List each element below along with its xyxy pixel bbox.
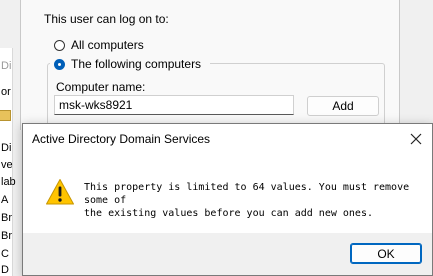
tree-fragment: or xyxy=(1,86,11,98)
radio-button[interactable] xyxy=(54,39,65,51)
message-box-title: Active Directory Domain Services xyxy=(32,132,211,146)
radio-following-computers[interactable]: The following computers xyxy=(54,57,201,71)
tree-fragment: Di xyxy=(1,60,12,72)
radio-button-selected[interactable] xyxy=(54,58,65,70)
tree-fragment: C xyxy=(1,248,9,260)
tree-fragment: Di xyxy=(1,142,12,154)
tree-fragment: A xyxy=(1,194,9,206)
computer-name-label: Computer name: xyxy=(56,80,146,94)
tree-fragment: lab xyxy=(1,176,16,188)
ok-button[interactable]: OK xyxy=(350,243,422,264)
message-line: the existing values before you can add n… xyxy=(84,208,373,219)
message-box-footer: OK xyxy=(23,233,432,275)
logon-workstations-dialog: This user can log on to: All computers T… xyxy=(20,0,400,145)
add-button[interactable]: Add xyxy=(307,96,379,116)
computer-name-input[interactable]: msk-wks8921 xyxy=(54,95,294,115)
folder-icon xyxy=(0,110,11,121)
radio-label: All computers xyxy=(71,38,144,52)
close-icon[interactable] xyxy=(406,129,426,149)
radio-all-computers[interactable]: All computers xyxy=(54,38,144,52)
tree-fragment: Br xyxy=(1,212,12,224)
radio-label: The following computers xyxy=(71,57,202,71)
message-box: Active Directory Domain Services This pr… xyxy=(22,123,433,276)
tree-fragment: Br xyxy=(1,230,12,242)
tree-fragment: ve xyxy=(1,159,13,171)
background-tree-strip: Di or Di ve lab A Br Br C D xyxy=(0,48,16,276)
tree-fragment: D xyxy=(1,264,9,276)
message-text: This property is limited to 64 values. Y… xyxy=(84,181,414,220)
warning-icon xyxy=(45,178,75,206)
logon-caption: This user can log on to: xyxy=(44,12,169,26)
message-line: This property is limited to 64 values. Y… xyxy=(84,182,410,206)
